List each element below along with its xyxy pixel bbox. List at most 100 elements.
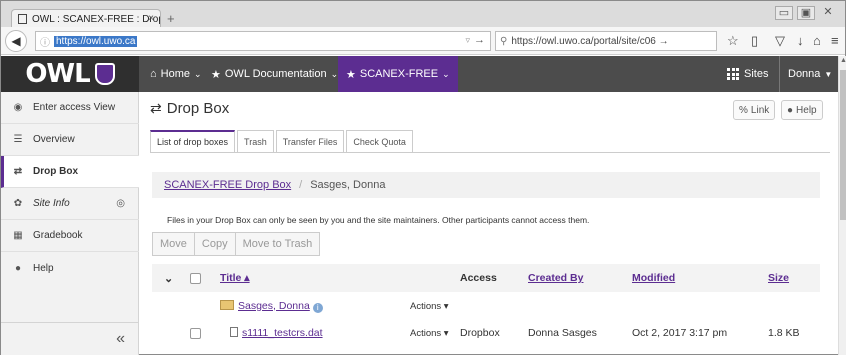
bookmark-star-icon[interactable]: ☆ (727, 33, 739, 49)
tab-label: Trash (244, 136, 267, 147)
sidebar-item-drop-box[interactable]: ⇄ Drop Box (1, 156, 139, 188)
chevron-down-icon: ⌄ (194, 68, 202, 79)
tab-label: List of drop boxes (157, 137, 229, 147)
minimize-button[interactable]: ▭ (775, 6, 793, 20)
address-url: https://owl.uwo.ca (54, 35, 138, 47)
row-checkbox[interactable] (190, 327, 201, 339)
page-title-text: Drop Box (166, 100, 230, 117)
home-icon[interactable]: ⌂ (813, 33, 821, 48)
window-close-button[interactable]: ✕ (819, 6, 837, 20)
sites-label: Sites (744, 68, 769, 80)
browser-nav-bar: ◀ ⓘ https://owl.uwo.ca ▿ → ⚲ https://owl… (1, 27, 845, 55)
site-info-icon[interactable]: ⓘ (40, 34, 50, 49)
chevron-down-icon: ⌄ (330, 68, 339, 79)
hidden-eye-icon: ◎ (116, 198, 125, 209)
user-menu-button[interactable]: Donna ▼ (779, 56, 832, 92)
file-link[interactable]: s1111_testcrs.dat (242, 327, 323, 339)
sidebar-item-overview[interactable]: ☰ Overview (1, 124, 139, 156)
reading-list-icon[interactable]: ▯ (751, 33, 758, 49)
browser-window: OWL : SCANEX-FREE : Drop B × + ▭ ▣ ✕ ◀ ⓘ… (0, 0, 846, 355)
breadcrumb-separator: / (299, 179, 303, 191)
move-button[interactable]: Move (152, 232, 195, 256)
modified-value: Oct 2, 2017 3:17 pm (632, 327, 728, 339)
tab-check-quota[interactable]: Check Quota (346, 130, 413, 152)
new-tab-button[interactable]: + (167, 11, 175, 26)
tab-transfer-files[interactable]: Transfer Files (275, 130, 345, 152)
scrollbar-thumb[interactable] (840, 70, 846, 220)
link-icon: % (739, 104, 748, 116)
menu-icon[interactable]: ≡ (831, 33, 839, 48)
owl-logo[interactable]: OWL (1, 56, 139, 92)
browser-tab-title: OWL : SCANEX-FREE : Drop B (32, 13, 161, 25)
sidebar-item-label: Enter access View (33, 102, 116, 113)
access-value: Dropbox (460, 327, 500, 339)
folder-title[interactable]: Sasges, Donna i (220, 299, 323, 313)
history-dropdown-icon[interactable]: ▿ (465, 35, 470, 46)
home-icon: ⌂ (150, 68, 157, 80)
expand-all-chevron-icon[interactable]: ⌄ (164, 272, 173, 285)
tab-label: Check Quota (353, 136, 406, 147)
address-bar[interactable]: ⓘ https://owl.uwo.ca ▿ → (35, 31, 491, 51)
maximize-button[interactable]: ▣ (797, 6, 815, 20)
tab-label: Transfer Files (282, 136, 338, 147)
tab-list-of-drop-boxes[interactable]: List of drop boxes (150, 130, 236, 152)
sidebar: ◉ Enter access View ☰ Overview ⇄ Drop Bo… (1, 92, 139, 355)
sidebar-item-help[interactable]: ● Help (1, 252, 139, 284)
sidebar-item-label: Site Info (33, 198, 70, 209)
question-icon: ● (787, 104, 794, 116)
eye-icon: ◉ (13, 102, 23, 113)
vertical-scrollbar[interactable]: ▲ (838, 56, 846, 355)
main-content: ⇄ Drop Box % Link ● Help List of drop bo… (140, 92, 838, 355)
breadcrumb-link[interactable]: SCANEX-FREE Drop Box (164, 179, 291, 191)
go-arrow-icon[interactable]: → (474, 34, 485, 46)
column-header-size[interactable]: Size (768, 272, 789, 284)
tab-close-icon[interactable]: × (148, 13, 154, 24)
search-icon: ⚲ (500, 35, 508, 47)
list-icon: ☰ (13, 134, 23, 145)
sidebar-item-label: Gradebook (33, 230, 83, 241)
link-button[interactable]: % Link (733, 100, 776, 120)
actions-dropdown[interactable]: Actions ▾ (410, 301, 449, 312)
sidebar-item-label: Overview (33, 134, 75, 145)
copy-button[interactable]: Copy (193, 232, 236, 256)
nav-scanex-free[interactable]: ★ SCANEX-FREE ⌄ (338, 56, 458, 92)
nav-home[interactable]: ⌂ Home ⌄ (142, 56, 210, 92)
column-header-modified[interactable]: Modified (632, 272, 675, 284)
back-arrow-icon: ◀ (11, 34, 21, 48)
chevron-down-icon: ⌄ (442, 68, 450, 79)
help-button[interactable]: ● Help (781, 100, 823, 120)
owl-favicon-icon (18, 14, 27, 24)
nav-owl-documentation[interactable]: ★ OWL Documentation ⌄ (203, 56, 346, 92)
browser-tab[interactable]: OWL : SCANEX-FREE : Drop B × (11, 9, 161, 28)
double-chevron-left-icon: « (116, 330, 125, 347)
star-icon: ★ (211, 68, 221, 81)
column-header-title[interactable]: Title ▴ (220, 272, 250, 284)
column-header-created-by[interactable]: Created By (528, 272, 583, 284)
question-icon: ● (14, 262, 22, 274)
nav-documentation-label: OWL Documentation (224, 68, 327, 80)
collapse-sidebar-button[interactable]: « (1, 322, 139, 355)
info-icon[interactable]: i (312, 302, 323, 313)
table-header: ⌄ Title ▴ Access Created By Modified Siz… (152, 264, 820, 292)
table-row: Sasges, Donna i Actions ▾ (152, 292, 820, 320)
file-title[interactable]: s1111_testcrs.dat (230, 327, 323, 339)
sidebar-item-site-info[interactable]: ✿ Site Info ◎ (1, 188, 139, 220)
caret-down-icon: ▼ (824, 69, 833, 79)
tab-trash[interactable]: Trash (237, 130, 274, 152)
folder-icon (220, 299, 234, 310)
owl-header: OWL ⌂ Home ⌄ ★ OWL Documentation ⌄ ★ SCA… (1, 56, 838, 92)
search-bar[interactable]: ⚲ https://owl.uwo.ca/portal/site/c06 → (495, 31, 717, 51)
owl-logo-text: OWL (25, 59, 90, 89)
actions-dropdown[interactable]: Actions ▾ (410, 328, 449, 339)
move-to-trash-button[interactable]: Move to Trash (234, 232, 321, 256)
select-all-checkbox[interactable] (190, 272, 201, 284)
download-icon[interactable]: ↓ (797, 33, 804, 48)
sidebar-item-gradebook[interactable]: ▦ Gradebook (1, 220, 139, 252)
back-button[interactable]: ◀ (5, 30, 27, 52)
sites-button[interactable]: Sites (727, 56, 768, 92)
pocket-icon[interactable]: ▽ (775, 33, 785, 49)
scroll-up-icon[interactable]: ▲ (840, 57, 846, 64)
link-label: Link (750, 104, 770, 116)
folder-link[interactable]: Sasges, Donna (238, 300, 310, 312)
sidebar-item-enter-access-view[interactable]: ◉ Enter access View (1, 92, 139, 124)
